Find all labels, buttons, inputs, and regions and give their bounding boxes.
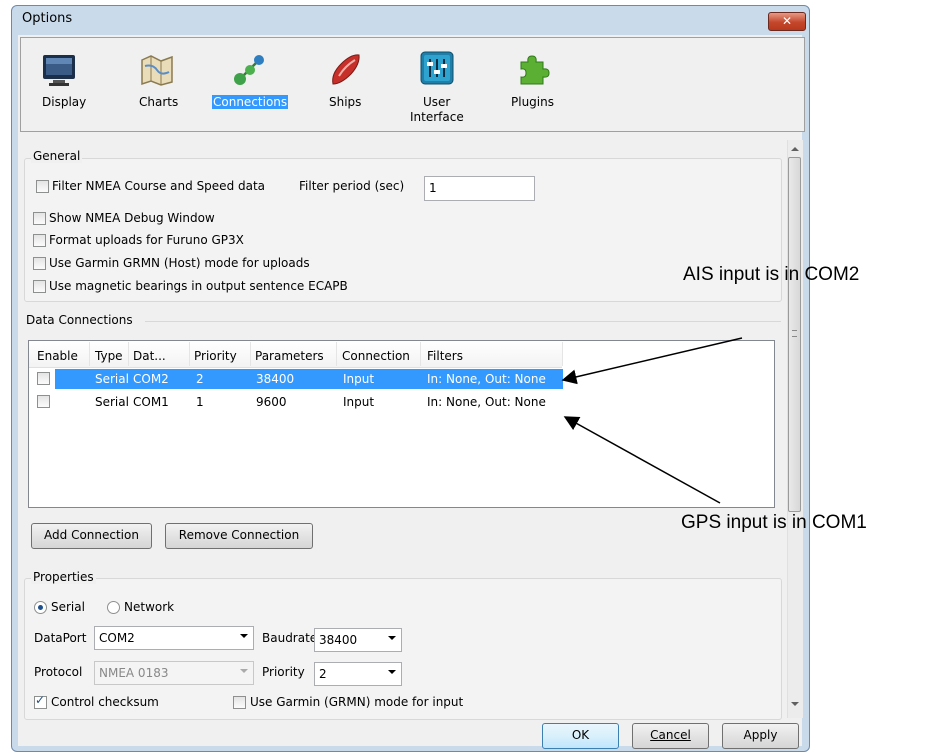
- ais-annotation: AIS input is in COM2: [683, 264, 860, 285]
- ais-arrow: [561, 337, 743, 385]
- gps-arrow: [563, 416, 721, 504]
- gps-annotation: GPS input is in COM1: [681, 512, 867, 533]
- annotation-arrows: [561, 337, 743, 504]
